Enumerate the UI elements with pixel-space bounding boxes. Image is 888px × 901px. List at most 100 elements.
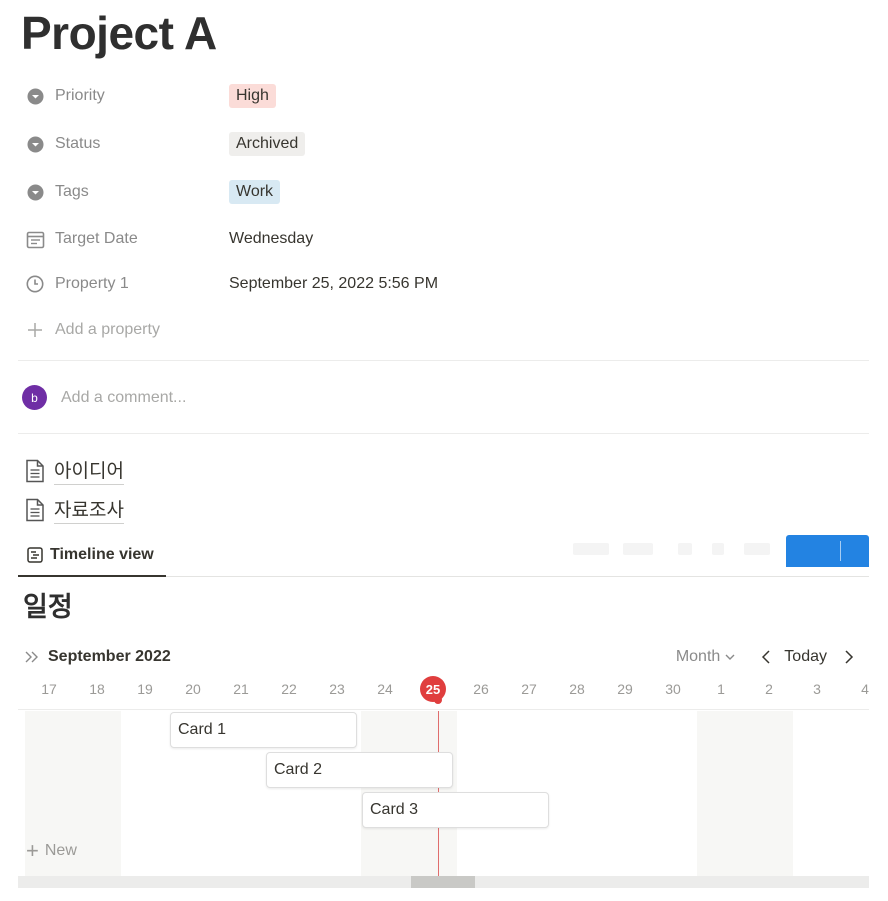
- day-label: 1: [697, 674, 745, 704]
- day-label: 4: [841, 674, 869, 704]
- day-label: 22: [265, 674, 313, 704]
- day-label: 29: [601, 674, 649, 704]
- day-number: 19: [137, 681, 153, 697]
- property-priority[interactable]: Priority High: [20, 76, 870, 116]
- timeline-mode-dropdown[interactable]: Month: [676, 648, 736, 666]
- property-1-value[interactable]: September 25, 2022 5:56 PM: [229, 275, 438, 293]
- comment-row[interactable]: b Add a comment...: [22, 385, 186, 410]
- property-value[interactable]: High: [229, 84, 276, 108]
- timeline-month: September 2022: [48, 648, 171, 665]
- timeline-header: September 2022 Month Today: [24, 644, 869, 670]
- day-number: 24: [377, 681, 393, 697]
- timeline-day-row: 17 18 19 20 21 22 23 24 25 26 27 28 29 30 1 2 3 4: [18, 674, 869, 710]
- divider: [18, 433, 869, 434]
- calendar-icon: [24, 228, 46, 250]
- day-number: 25: [420, 676, 446, 702]
- day-label: 2: [745, 674, 793, 704]
- day-label: 21: [217, 674, 265, 704]
- add-property-button[interactable]: Add a property: [20, 310, 870, 350]
- comment-input[interactable]: Add a comment...: [61, 389, 186, 407]
- scrollbar-thumb[interactable]: [411, 876, 475, 888]
- property-label-text: Tags: [55, 183, 89, 200]
- timeline-card[interactable]: Card 3: [362, 792, 549, 828]
- view-tab-bar: Timeline view: [18, 535, 869, 577]
- select-icon: [24, 133, 46, 155]
- chevron-down-icon: [725, 654, 735, 660]
- subpage-link[interactable]: 자료조사: [24, 495, 124, 524]
- today-marker: [434, 696, 442, 704]
- subpage-link[interactable]: 아이디어: [24, 456, 124, 485]
- day-label: 27: [505, 674, 553, 704]
- priority-tag: High: [229, 84, 276, 108]
- day-number: 27: [521, 681, 537, 697]
- plus-icon: +: [26, 838, 39, 863]
- property-target-date[interactable]: Target Date Wednesday: [20, 219, 870, 259]
- property-label[interactable]: Target Date: [20, 228, 229, 250]
- day-label: 17: [25, 674, 73, 704]
- tab-timeline-view[interactable]: Timeline view: [18, 535, 166, 577]
- select-icon: [24, 181, 46, 203]
- today-button[interactable]: Today: [784, 648, 827, 666]
- property-status[interactable]: Status Archived: [20, 124, 870, 164]
- day-label: 30: [649, 674, 697, 704]
- day-number: 18: [89, 681, 105, 697]
- day-number: 23: [329, 681, 345, 697]
- add-property-row: Add a property: [20, 319, 160, 341]
- plus-icon: [24, 319, 46, 341]
- timeline-grid[interactable]: + New Card 1 Card 2 Card 3: [18, 711, 869, 876]
- faded-toolbar-item: [573, 543, 609, 555]
- day-label: 3: [793, 674, 841, 704]
- new-button[interactable]: [786, 535, 869, 567]
- property-label[interactable]: Tags: [20, 181, 229, 203]
- property-label-text: Priority: [55, 87, 105, 104]
- timeline-card[interactable]: Card 1: [170, 712, 357, 748]
- day-number: 20: [185, 681, 201, 697]
- day-label: 20: [169, 674, 217, 704]
- day-label: 18: [73, 674, 121, 704]
- prev-button[interactable]: [758, 649, 774, 665]
- property-1[interactable]: Property 1 September 25, 2022 5:56 PM: [20, 264, 870, 304]
- property-value[interactable]: Work: [229, 180, 281, 204]
- day-label: 24: [361, 674, 409, 704]
- property-label[interactable]: Property 1: [20, 273, 229, 295]
- clock-icon: [24, 273, 46, 295]
- avatar: b: [22, 385, 47, 410]
- timeline-card[interactable]: Card 2: [266, 752, 453, 788]
- next-button[interactable]: [841, 649, 857, 665]
- page-icon: [26, 459, 44, 482]
- chevron-right-icon: [845, 650, 854, 664]
- horizontal-scrollbar[interactable]: [18, 876, 869, 888]
- chevron-left-icon: [762, 650, 770, 664]
- tags-tag: Work: [229, 180, 281, 204]
- property-label-text: Property 1: [55, 275, 129, 292]
- faded-toolbar-item: [712, 543, 724, 555]
- select-icon: [24, 85, 46, 107]
- new-item-label: New: [44, 842, 77, 859]
- card-label: Card 3: [370, 801, 419, 818]
- subpage-label: 아이디어: [54, 456, 124, 485]
- day-number: 29: [617, 681, 633, 697]
- new-item-button[interactable]: + New: [26, 838, 77, 863]
- property-label[interactable]: Priority: [20, 85, 229, 107]
- target-date-value[interactable]: Wednesday: [229, 230, 313, 248]
- property-label[interactable]: Status: [20, 133, 229, 155]
- card-label: Card 1: [178, 721, 227, 738]
- day-number: 1: [717, 681, 725, 697]
- day-number: 2: [765, 681, 773, 697]
- property-label-text: Status: [55, 135, 101, 152]
- page-title[interactable]: Project A: [21, 6, 217, 60]
- property-label-text: Target Date: [55, 230, 138, 247]
- database-title[interactable]: 일정: [23, 585, 73, 624]
- property-value[interactable]: Archived: [229, 132, 306, 156]
- day-label: 19: [121, 674, 169, 704]
- weekend-column: [697, 711, 793, 876]
- new-button-divider: [840, 541, 841, 561]
- day-number: 22: [281, 681, 297, 697]
- day-number: 28: [569, 681, 585, 697]
- page-icon: [26, 498, 44, 521]
- property-tags[interactable]: Tags Work: [20, 172, 870, 212]
- expand-double-chevron-icon[interactable]: [24, 650, 40, 664]
- day-number: 17: [41, 681, 57, 697]
- day-label: 28: [553, 674, 601, 704]
- day-number: 21: [233, 681, 249, 697]
